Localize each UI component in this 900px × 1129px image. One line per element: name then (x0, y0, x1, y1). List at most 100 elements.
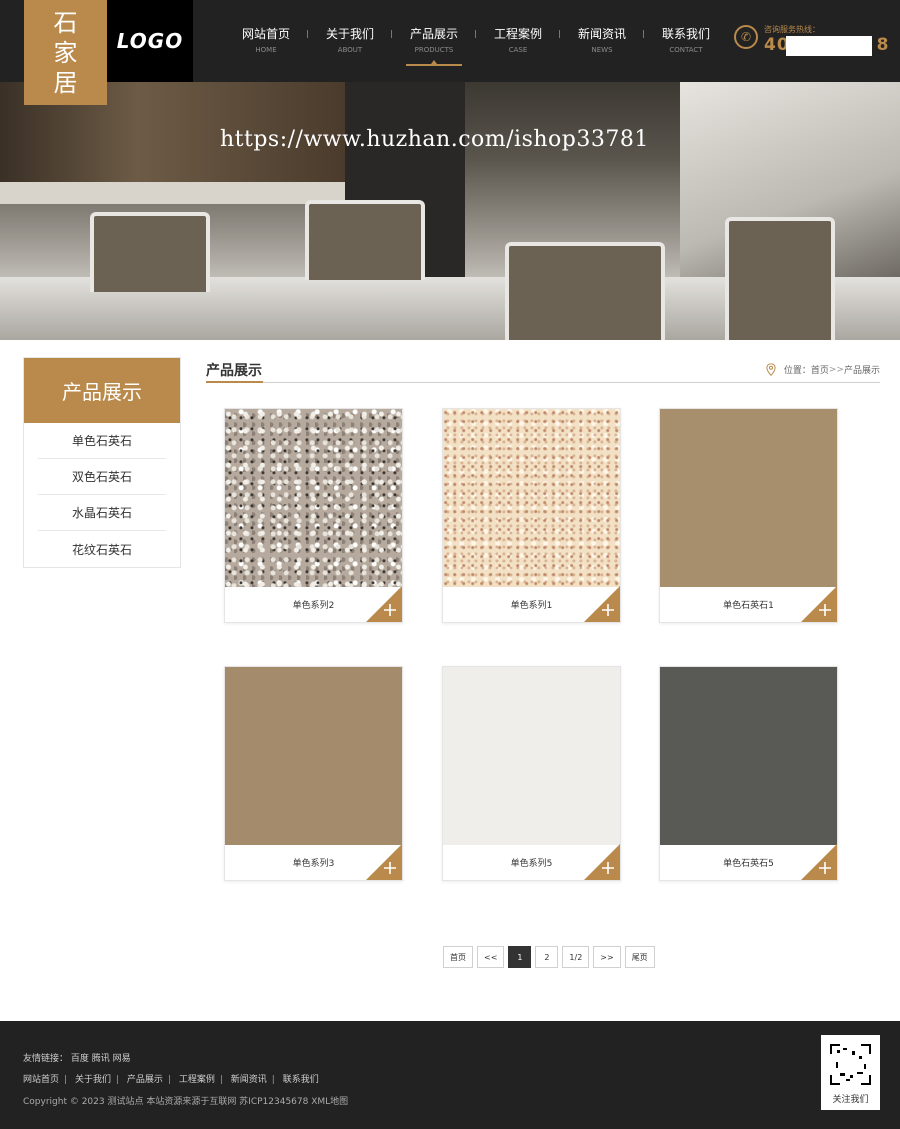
product-image[interactable] (660, 667, 837, 845)
banner-chair (90, 212, 210, 292)
qr-label: 关注我们 (832, 1095, 869, 1105)
sidebar-item-pattern[interactable]: 花纹石英石 (38, 531, 166, 567)
product-card[interactable]: 单色石英石1 (659, 408, 838, 623)
footer-nav-contact[interactable]: 联系我们 (283, 1075, 319, 1085)
page-first-button[interactable]: 首页 (443, 946, 473, 968)
nav-contact-en: CONTACT (669, 46, 703, 54)
friend-link[interactable]: 腾讯 (92, 1054, 110, 1064)
brand-char: 居 (53, 68, 78, 97)
logo-text: LOGO (116, 29, 184, 53)
nav-home[interactable]: 网站首页 HOME (224, 0, 308, 82)
hero-banner: https://www.huzhan.com/ishop33781 (0, 82, 900, 340)
product-card[interactable]: 单色系列5 (442, 666, 621, 881)
pagination: 首页 << 1 2 1/2 >> 尾页 (443, 946, 655, 968)
plus-corner-icon[interactable] (584, 844, 620, 880)
friend-links-label: 友情链接： (23, 1054, 69, 1064)
page-info: 1/2 (562, 946, 590, 968)
site-header: LOGO 网站首页 HOME 关于我们 ABOUT 产品展示 PRODUCTS … (0, 0, 900, 82)
section-header: 产品展示 位置： 首页 >> 产品展示 (206, 357, 880, 383)
friend-links: 友情链接： 百度 腾讯 网易 (23, 1051, 131, 1064)
nav-news[interactable]: 新闻资讯 NEWS (560, 0, 644, 82)
product-card[interactable]: 单色系列1 (442, 408, 621, 623)
breadcrumb-home[interactable]: 首页 (811, 363, 829, 376)
sidebar-item-double-color[interactable]: 双色石英石 (38, 459, 166, 495)
sidebar-list: 单色石英石 双色石英石 水晶石英石 花纹石英石 (24, 423, 180, 567)
site-footer: 友情链接： 百度 腾讯 网易 网站首页 | 关于我们 | 产品展示 | 工程案例 | 新… (0, 1021, 900, 1129)
brand-char: 家 (53, 38, 78, 67)
qr-code-icon (828, 1042, 873, 1087)
product-image[interactable] (443, 667, 620, 845)
page-last-button[interactable]: 尾页 (624, 946, 655, 968)
nav-case-label: 工程案例 (493, 27, 542, 41)
plus-corner-icon[interactable] (584, 586, 620, 622)
main-nav: 网站首页 HOME 关于我们 ABOUT 产品展示 PRODUCTS 工程案例 … (224, 0, 728, 82)
plus-corner-icon[interactable] (366, 586, 402, 622)
page-2-button[interactable]: 2 (535, 946, 559, 968)
logo[interactable]: LOGO (107, 0, 193, 82)
plus-corner-icon[interactable] (801, 844, 837, 880)
product-card[interactable]: 单色系列3 (224, 666, 403, 881)
breadcrumb-prefix: 位置： (783, 366, 811, 376)
nav-news-en: NEWS (591, 46, 613, 54)
nav-about[interactable]: 关于我们 ABOUT (308, 0, 392, 82)
product-image[interactable] (443, 409, 620, 587)
footer-nav-news[interactable]: 新闻资讯 (231, 1075, 267, 1085)
page-1-button[interactable]: 1 (508, 946, 532, 968)
page-prev-button[interactable]: << (477, 946, 505, 968)
plus-corner-icon[interactable] (801, 586, 837, 622)
hotline-label: 咨询服务热线： (764, 25, 820, 34)
qr-panel: 关注我们 (821, 1035, 880, 1110)
banner-chair (305, 200, 425, 280)
nav-contact[interactable]: 联系我们 CONTACT (644, 0, 728, 82)
footer-nav-products[interactable]: 产品展示 (127, 1075, 163, 1085)
product-card[interactable]: 单色石英石5 (659, 666, 838, 881)
footer-nav-about[interactable]: 关于我们 (75, 1075, 111, 1085)
plus-corner-icon[interactable] (366, 844, 402, 880)
product-image[interactable] (225, 409, 402, 587)
category-sidebar: 产品展示 单色石英石 双色石英石 水晶石英石 花纹石英石 (23, 357, 181, 568)
sidebar-item-crystal[interactable]: 水晶石英石 (38, 495, 166, 531)
hotline-redaction (786, 36, 872, 56)
nav-home-label: 网站首页 (241, 27, 290, 41)
hotline: ✆ 咨询服务热线： 40 8 (734, 22, 894, 62)
nav-products-en: PRODUCTS (414, 46, 454, 54)
page-next-button[interactable]: >> (593, 946, 621, 968)
nav-about-label: 关于我们 (325, 27, 374, 41)
sidebar-item-single-color[interactable]: 单色石英石 (38, 423, 166, 459)
nav-case[interactable]: 工程案例 CASE (476, 0, 560, 82)
sidebar-header: 产品展示 (24, 358, 180, 423)
brand-badge[interactable]: 石 家 居 (24, 0, 107, 105)
nav-active-underline (406, 64, 462, 66)
brand-char: 石 (53, 8, 78, 37)
location-pin-icon (766, 363, 776, 376)
nav-contact-label: 联系我们 (661, 27, 710, 41)
hotline-suffix: 8 (876, 35, 890, 55)
friend-link[interactable]: 网易 (113, 1054, 131, 1064)
product-image[interactable] (225, 667, 402, 845)
nav-products[interactable]: 产品展示 PRODUCTS (392, 0, 476, 82)
banner-watermark: https://www.huzhan.com/ishop33781 (220, 127, 649, 152)
product-card[interactable]: 单色系列2 (224, 408, 403, 623)
breadcrumb-current[interactable]: 产品展示 (844, 363, 880, 376)
nav-about-en: ABOUT (337, 46, 363, 54)
breadcrumb-separator: >> (828, 364, 844, 375)
nav-active-caret-icon (431, 60, 437, 64)
nav-home-en: HOME (255, 46, 277, 54)
footer-nav-case[interactable]: 工程案例 (179, 1075, 215, 1085)
banner-counter (0, 182, 345, 204)
friend-link[interactable]: 百度 (71, 1054, 89, 1064)
nav-news-label: 新闻资讯 (577, 27, 626, 41)
banner-chair (505, 242, 665, 340)
copyright: Copyright © 2023 测试站点 本站资源来源于互联网 苏ICP123… (23, 1097, 349, 1107)
phone-icon: ✆ (734, 25, 758, 49)
nav-case-en: CASE (508, 46, 528, 54)
product-image[interactable] (660, 409, 837, 587)
section-title: 产品展示 (206, 363, 262, 379)
section-title-underline (206, 381, 263, 383)
nav-products-label: 产品展示 (409, 27, 458, 41)
footer-nav: 网站首页 | 关于我们 | 产品展示 | 工程案例 | 新闻资讯 | 联系我们 (23, 1075, 319, 1085)
breadcrumb: 位置： 首页 >> 产品展示 (766, 363, 880, 376)
footer-nav-home[interactable]: 网站首页 (23, 1075, 59, 1085)
banner-chair (725, 217, 835, 340)
sidebar-title: 产品展示 (62, 380, 142, 404)
